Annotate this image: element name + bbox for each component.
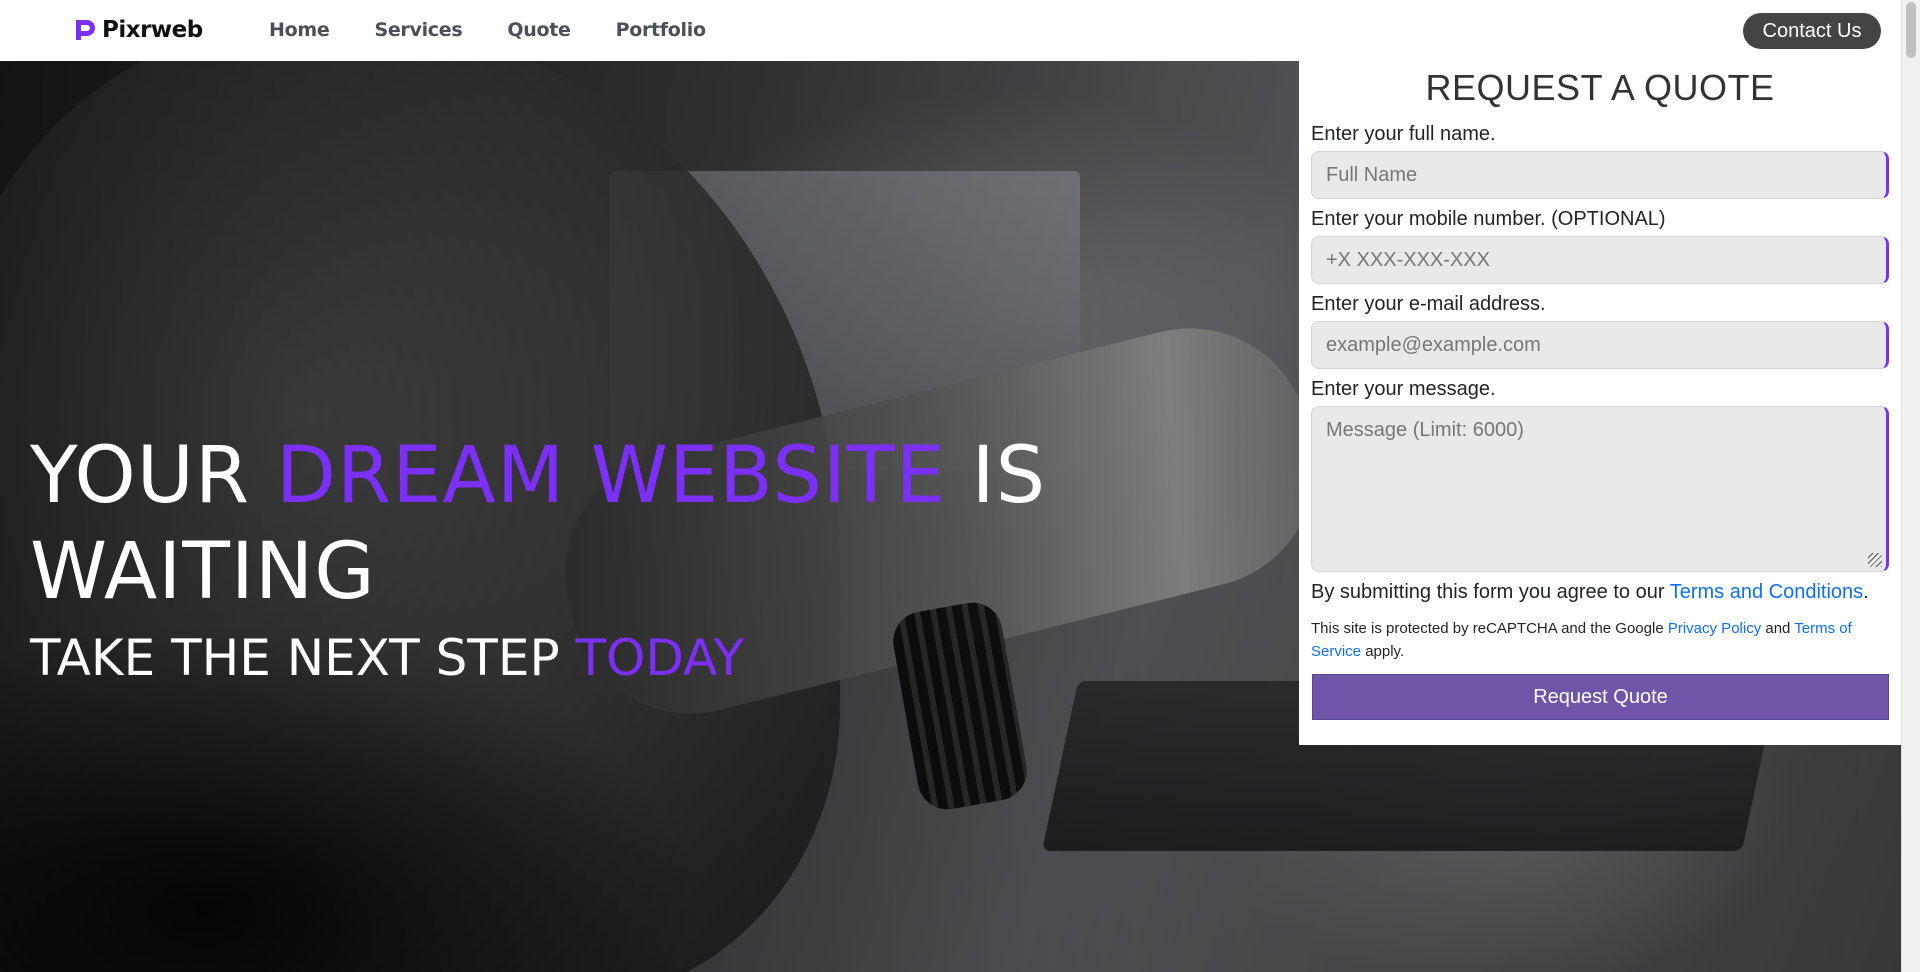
scrollbar-thumb[interactable] [1906, 2, 1916, 58]
full-name-input[interactable]: Full Name [1311, 151, 1889, 199]
hero-subheadline: TAKE THE NEXT STEP TODAY [30, 628, 744, 688]
message-placeholder: Message (Limit: 6000) [1326, 419, 1524, 441]
terms-agreement: By submitting this form you agree to our… [1311, 581, 1869, 604]
logo[interactable]: Pixrweb [72, 17, 203, 43]
phone-placeholder: +X XXX-XXX-XXX [1326, 248, 1490, 271]
main-nav: Home Services Quote Portfolio [269, 19, 751, 41]
recaptcha-text: This site is protected by reCAPTCHA and … [1311, 620, 1668, 637]
quote-form-panel: REQUEST A QUOTE Enter your full name. Fu… [1299, 61, 1901, 745]
name-label: Enter your full name. [1311, 123, 1496, 145]
agree-end: . [1863, 581, 1869, 603]
form-title: REQUEST A QUOTE [1425, 67, 1775, 108]
nav-portfolio[interactable]: Portfolio [616, 19, 706, 41]
nav-quote[interactable]: Quote [507, 19, 571, 41]
nav-services[interactable]: Services [374, 19, 462, 41]
request-quote-button[interactable]: Request Quote [1312, 674, 1889, 720]
recaptcha-notice: This site is protected by reCAPTCHA and … [1311, 617, 1889, 663]
contact-us-button[interactable]: Contact Us [1743, 13, 1881, 49]
subheadline-text: TAKE THE NEXT STEP [30, 629, 576, 687]
headline-line2: WAITING [30, 527, 376, 617]
phone-input[interactable]: +X XXX-XXX-XXX [1311, 236, 1889, 284]
headline-text: YOUR [30, 431, 276, 521]
email-label: Enter your e-mail address. [1311, 293, 1546, 315]
headline-text-end: IS [945, 431, 1047, 521]
pixrweb-logo-icon [76, 20, 95, 40]
name-placeholder: Full Name [1326, 163, 1418, 186]
nav-home[interactable]: Home [269, 19, 330, 41]
phone-label: Enter your mobile number. (OPTIONAL) [1311, 208, 1666, 230]
message-label: Enter your message. [1311, 378, 1496, 400]
message-textarea[interactable]: Message (Limit: 6000) [1311, 406, 1889, 572]
resize-handle-icon[interactable] [1868, 553, 1882, 567]
site-header: Pixrweb Home Services Quote Portfolio Co… [0, 0, 1920, 61]
terms-link[interactable]: Terms and Conditions [1670, 581, 1863, 603]
headline-accent: DREAM WEBSITE [275, 431, 946, 521]
page-scrollbar[interactable] [1901, 0, 1920, 972]
subheadline-accent: TODAY [575, 629, 744, 687]
hero-headline: YOUR DREAM WEBSITE IS WAITING [30, 428, 1046, 620]
recaptcha-end: apply. [1361, 643, 1405, 660]
agree-text: By submitting this form you agree to our [1311, 581, 1670, 603]
recaptcha-and: and [1761, 620, 1795, 637]
email-input[interactable]: example@example.com [1311, 321, 1889, 369]
privacy-policy-link[interactable]: Privacy Policy [1668, 620, 1761, 637]
logo-text: Pixrweb [102, 17, 203, 43]
email-placeholder: example@example.com [1326, 333, 1541, 356]
